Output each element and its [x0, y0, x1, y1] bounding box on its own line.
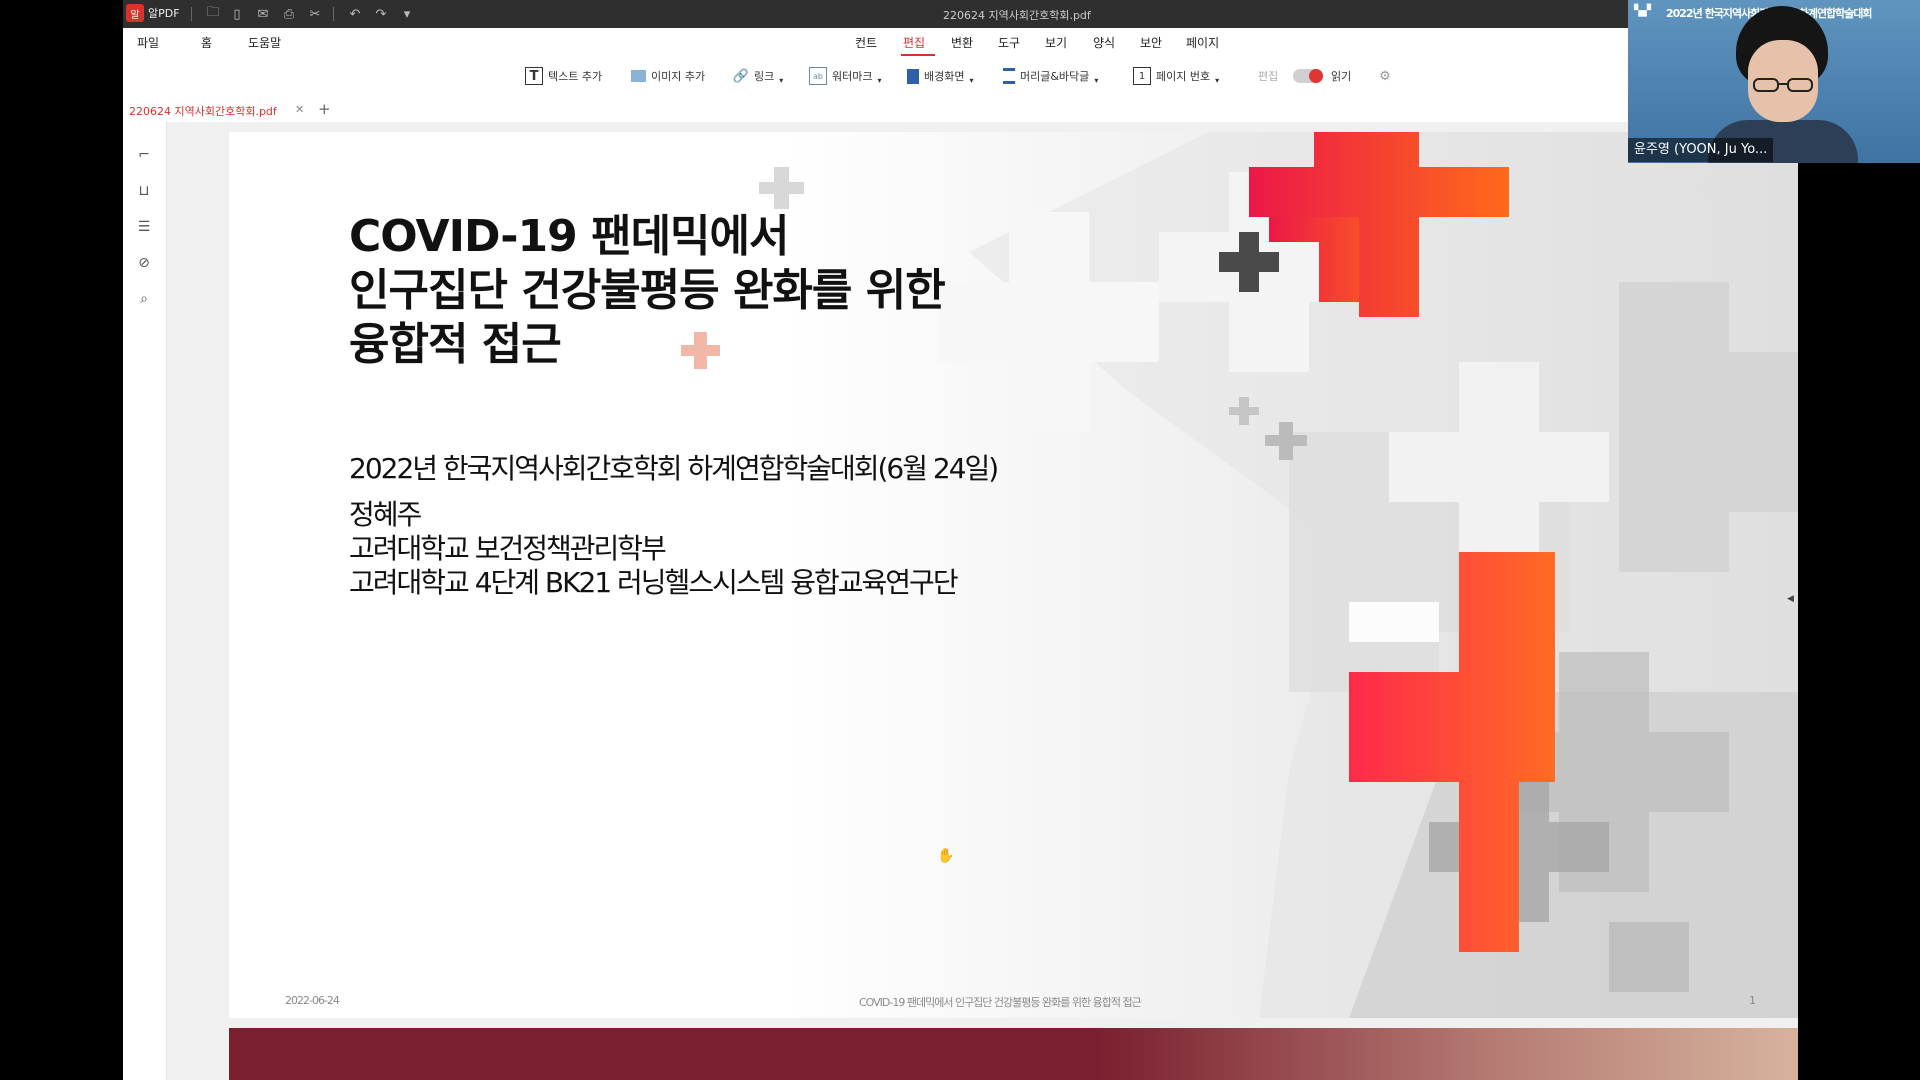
tab-edit[interactable]: 편집	[903, 34, 925, 51]
presenter-name: 정혜주	[349, 498, 422, 531]
document-tab-label: 220624 지역사회간호학회.pdf	[129, 105, 277, 118]
app-logo-icon: 알	[126, 4, 144, 22]
dropdown-arrow-icon: ▾	[1094, 75, 1099, 85]
tab-page[interactable]: 페이지	[1186, 34, 1219, 51]
edit-mode-label: 편집	[1258, 70, 1279, 83]
add-text-button[interactable]: T 텍스트 추가	[525, 66, 602, 86]
header-footer-icon	[1003, 68, 1015, 84]
link-button[interactable]: 🔗 링크 ▾	[733, 66, 783, 86]
document-tab-bar: 220624 지역사회간호학회.pdf ✕ +	[123, 94, 1798, 124]
tab-view[interactable]: 보기	[1045, 34, 1067, 51]
slide-title-line-1: COVID-19 팬데믹에서	[349, 211, 789, 262]
search-icon[interactable]: ⌕	[135, 290, 153, 308]
left-side-panel: ⌐ ⊔ ☰ ⊘ ⌕	[123, 122, 167, 1080]
title-bar: 알 알PDF 🗀 ▯ ✉ ⎙ ✂ ↶ ↷ ▾ 220624 지역사회간호학회.p…	[123, 0, 1798, 28]
edit-read-toggle[interactable]	[1293, 69, 1323, 83]
tab-convert[interactable]: 변환	[951, 34, 973, 51]
new-tab-button[interactable]: +	[318, 100, 331, 118]
menu-bar: 파일 홈 도움말 컨트 편집 변환 도구 보기 양식 보안 페이지	[123, 28, 1798, 58]
settings-button[interactable]: ⚙	[1377, 66, 1393, 86]
close-tab-icon[interactable]: ✕	[295, 103, 304, 116]
edit-mode-label-wrap: 편집	[1258, 66, 1278, 86]
slide-page-number: 1	[1749, 994, 1756, 1007]
dropdown-arrow-icon: ▾	[969, 75, 974, 85]
toggle-knob	[1309, 69, 1323, 83]
divider	[333, 7, 334, 21]
customize-dropdown-icon[interactable]: ▾	[397, 0, 417, 28]
page-number-button[interactable]: 1 페이지 번호 ▾	[1133, 66, 1219, 86]
tab-comment[interactable]: 컨트	[855, 34, 877, 51]
divider	[191, 7, 192, 21]
attachment-icon[interactable]: ⊘	[135, 254, 153, 272]
conference-logo-icon: ▚▞	[1634, 4, 1651, 17]
tab-tools[interactable]: 도구	[998, 34, 1020, 51]
print-icon[interactable]: ⎙	[279, 0, 299, 28]
undo-icon[interactable]: ↶	[345, 0, 365, 28]
presenter-affiliation-1: 고려대학교 보건정책관리학부	[349, 532, 667, 565]
cut-icon[interactable]: ✂	[305, 0, 325, 28]
slide-title-line-2: 인구집단 건강불평등 완화를 위한	[349, 265, 946, 316]
header-footer-button[interactable]: 머리글&바닥글 ▾	[1003, 66, 1098, 86]
presenter-affiliation-2: 고려대학교 4단계 BK21 러닝헬스시스템 융합교육연구단	[349, 566, 959, 599]
menu-file[interactable]: 파일	[137, 34, 159, 51]
new-file-icon[interactable]: ▯	[227, 0, 247, 28]
background-label: 배경화면	[924, 70, 965, 83]
add-text-label: 텍스트 추가	[548, 70, 603, 83]
pdf-app-window: 알 알PDF 🗀 ▯ ✉ ⎙ ✂ ↶ ↷ ▾ 220624 지역사회간호학회.p…	[123, 0, 1798, 1080]
open-folder-icon[interactable]: 🗀	[203, 0, 223, 28]
watermark-button[interactable]: ab 워터마크 ▾	[809, 66, 882, 86]
bookmark-icon[interactable]: ⌐	[135, 146, 153, 164]
menu-help[interactable]: 도움말	[248, 34, 281, 51]
mail-icon[interactable]: ✉	[253, 0, 273, 28]
gear-icon: ⚙	[1379, 68, 1391, 84]
watermark-icon: ab	[809, 67, 827, 85]
page-number-icon: 1	[1133, 67, 1151, 85]
slide-footer-title: COVID-19 팬데믹에서 인구집단 건강불평등 완화를 위한 융합적 접근	[859, 996, 1142, 1009]
dropdown-arrow-icon: ▾	[877, 75, 882, 85]
video-call-overlay: ▚▞ 2022년 한국지역사회간호학회 하계연합학술대회 윤주영 (YOON, …	[1628, 0, 1920, 163]
thumbnail-icon[interactable]: ⊔	[135, 182, 153, 200]
collapse-right-panel-icon[interactable]: ◀	[1787, 594, 1794, 604]
add-image-label: 이미지 추가	[651, 70, 706, 83]
background-icon	[907, 68, 919, 84]
app-brand: 알 알PDF	[126, 4, 180, 22]
next-pdf-page-preview	[229, 1028, 1798, 1080]
watermark-label: 워터마크	[832, 70, 873, 83]
comments-icon[interactable]: ☰	[135, 218, 153, 236]
tab-security[interactable]: 보안	[1140, 34, 1162, 51]
dropdown-arrow-icon: ▾	[779, 75, 784, 85]
read-mode-label-wrap: 읽기	[1331, 66, 1351, 86]
slide-title-line-3: 융합적 접근	[349, 319, 562, 370]
text-icon: T	[525, 67, 543, 85]
dropdown-arrow-icon: ▾	[1215, 75, 1220, 85]
image-icon	[631, 70, 646, 82]
hand-cursor-icon: ✋	[937, 848, 955, 864]
edit-toolbar: T 텍스트 추가 이미지 추가 🔗 링크 ▾ ab 워터마크 ▾ 배경화면 ▾ …	[123, 58, 1798, 94]
glasses-icon	[1753, 78, 1813, 92]
conference-name: 2022년 한국지역사회간호학회 하계연합학술대회(6월 24일)	[349, 452, 999, 485]
document-tab[interactable]: 220624 지역사회간호학회.pdf ✕	[123, 98, 313, 124]
header-footer-label: 머리글&바닥글	[1020, 70, 1090, 83]
page-number-label: 페이지 번호	[1156, 70, 1211, 83]
link-icon: 🔗	[732, 68, 750, 84]
background-button[interactable]: 배경화면 ▾	[907, 66, 974, 86]
active-tab-indicator	[901, 54, 935, 56]
menu-home[interactable]: 홈	[201, 34, 212, 51]
pdf-page: COVID-19 팬데믹에서 인구집단 건강불평등 완화를 위한 융합적 접근 …	[229, 132, 1798, 1018]
link-label: 링크	[754, 70, 775, 83]
read-mode-label: 읽기	[1331, 70, 1352, 83]
app-name: 알PDF	[148, 7, 180, 20]
redo-icon[interactable]: ↷	[371, 0, 391, 28]
window-title: 220624 지역사회간호학회.pdf	[943, 9, 1091, 22]
document-viewer[interactable]: COVID-19 팬데믹에서 인구집단 건강불평등 완화를 위한 융합적 접근 …	[167, 122, 1798, 1080]
add-image-button[interactable]: 이미지 추가	[631, 66, 705, 86]
participant-name-label: 윤주영 (YOON, Ju Yo...	[1628, 138, 1774, 162]
slide-footer-date: 2022-06-24	[285, 994, 340, 1007]
tab-form[interactable]: 양식	[1093, 34, 1115, 51]
